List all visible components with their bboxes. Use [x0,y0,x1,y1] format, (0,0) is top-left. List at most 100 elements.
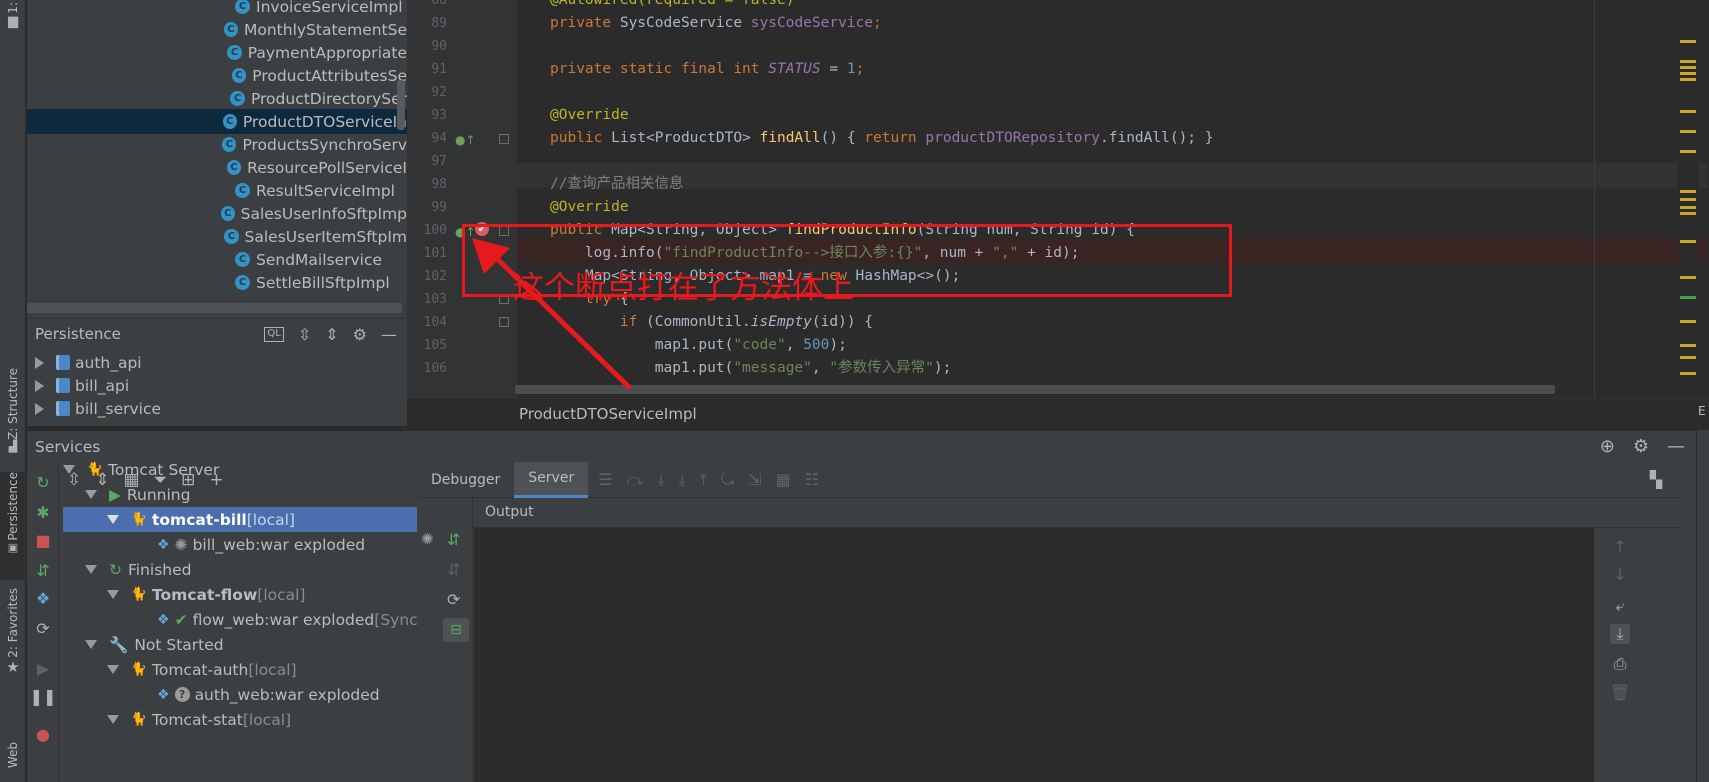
rerun-icon[interactable]: ↻ [33,472,53,492]
tree-item[interactable]: C ResultServiceImpl [27,178,407,203]
evaluate-icon[interactable]: ▦ [776,470,791,490]
deploy-icon[interactable]: ⇵ [33,560,53,580]
structure-tool-tab[interactable]: Z: Structure ▟ [0,368,26,460]
project-tool-tab[interactable]: 1: ▆ [0,2,26,36]
fold-icon[interactable] [499,134,509,144]
code-line[interactable]: public List<ProductDTO> findAll() { retu… [550,126,1214,151]
services-tree-item[interactable]: ❖ ✔ flow_web:war exploded [Sync [157,607,417,632]
expand-all-icon[interactable]: ⇳ [298,325,311,344]
soft-wrap-icon[interactable]: ⤶ [1610,596,1630,616]
collapse-arrow-icon[interactable] [107,590,119,599]
persistence-item[interactable]: auth_api [27,350,142,375]
step-over-icon[interactable]: ⤼ [627,470,644,490]
gear-icon[interactable]: ⚙ [353,325,367,344]
artifact-icon[interactable]: ❖ [33,588,53,608]
output-bar: ≡↓ Output [417,498,1682,528]
services-tree-item[interactable]: 🐈 Tomcat-flow [local] [107,582,305,607]
minimize-icon[interactable]: — [1667,436,1685,457]
force-step-into-icon[interactable]: ⤓ [679,470,686,490]
refresh-icon[interactable]: ⟳ [447,590,460,609]
tab-debugger[interactable]: Debugger [417,462,514,498]
services-tree-item[interactable]: 🔧 Not Started [85,632,224,657]
code-line[interactable]: private SysCodeService sysCodeService; [550,11,882,36]
collapse-arrow-icon[interactable] [107,665,119,674]
collapse-arrow-icon[interactable] [63,465,75,474]
tree-item[interactable]: C ProductDirectorySer [27,86,407,111]
breakpoints-icon[interactable]: ● [33,724,53,744]
services-tree-item[interactable]: 🐈 Tomcat-auth [local] [107,657,297,682]
tree-vertical-scrollbar[interactable] [397,80,405,130]
tree-item[interactable]: C MonthlyStatementSe [27,17,407,42]
scroll-to-end-icon[interactable]: ⤓ [1610,624,1630,644]
drop-frame-icon[interactable]: ⤿ [721,470,734,490]
crosshair-icon[interactable]: ⊕ [1600,436,1615,457]
editor-horizontal-scrollbar[interactable] [515,385,1555,394]
services-tree-item[interactable]: ❖? auth_web:war exploded [157,682,380,707]
tree-item[interactable]: C SettleBillSftpImpl [27,270,407,295]
down-arrow-icon[interactable]: ↓ [1610,564,1630,584]
collapse-arrow-icon[interactable] [85,565,97,574]
gear-icon[interactable]: ⚙ [1633,436,1649,457]
persistence-tool-tab[interactable]: Persistence ▣ [0,472,26,580]
tab-server[interactable]: Server [514,461,589,498]
tree-item[interactable]: C SalesUserItemSftpIm [27,224,407,249]
favorites-tool-tab[interactable]: 2: Favorites ★ [0,588,26,676]
tree-item-label: ResultServiceImpl [256,181,395,200]
minimize-icon[interactable]: — [381,325,397,344]
expand-arrow-icon[interactable] [35,356,44,369]
tree-item[interactable]: C SendMailservice [27,247,407,272]
update-icon[interactable]: ⇵ [447,530,460,549]
services-tree-item[interactable]: 🐈 Tomcat-stat [local] [107,707,291,732]
tree-item[interactable]: C ProductAttributesSe [27,63,407,88]
persistence-item[interactable]: bill_service [27,396,161,421]
ql-console-icon[interactable]: QL [264,327,284,342]
refresh-icon[interactable]: ⟳ [33,618,53,638]
error-stripe[interactable] [1678,0,1698,398]
tree-horizontal-scrollbar[interactable] [27,303,402,313]
layout-icon[interactable]: ▚ [1650,470,1662,489]
breadcrumb[interactable]: ProductDTOServiceImpl [519,405,697,423]
resume-icon[interactable]: ▶ [33,658,53,678]
tree-item-label: ProductAttributesSe [252,66,407,85]
persistence-item[interactable]: bill_api [27,373,129,398]
output-console[interactable] [474,528,1594,782]
run-to-cursor-icon[interactable]: ⇲ [748,470,761,490]
services-tree-item[interactable]: 🐈 Tomcat Server [63,457,219,482]
tree-item[interactable]: C ResourcePollServiceI [27,155,407,180]
up-arrow-icon[interactable]: ↑ [1610,536,1630,556]
stop-icon[interactable]: ■ [33,530,53,550]
menu-icon[interactable]: ☰ [598,470,612,490]
print-icon[interactable]: ⎙ [1610,654,1630,674]
services-header: Services ⊕ ⚙ — [27,430,1709,462]
tree-item[interactable]: C ProductsSynchroServ [27,132,407,157]
services-tree-item[interactable]: ▶ Running [85,482,190,507]
code-line[interactable]: @Override [550,195,629,220]
artifact-deploy-icon[interactable]: ⊟ [443,618,469,642]
collapse-arrow-icon[interactable] [85,490,97,499]
services-tree-item[interactable]: ❖ ✺ bill_web:war exploded [157,532,365,557]
collapse-arrow-icon[interactable] [107,515,119,524]
step-out-icon[interactable]: ⤒ [700,470,707,490]
services-tree-item-selected[interactable]: 🐈 tomcat-bill [local] [63,507,417,532]
expand-arrow-icon[interactable] [35,402,44,415]
deploy-icon[interactable]: ⇵ [447,560,460,579]
code-line[interactable]: //查询产品相关信息 [550,172,683,197]
services-tree-item[interactable]: ↻ Finished [85,557,192,582]
collapse-arrow-icon[interactable] [107,715,119,724]
tree-item[interactable]: C SalesUserInfoSftpImp [27,201,407,226]
pause-icon[interactable]: ❚❚ [30,686,57,706]
right-tab-label[interactable]: E [1698,404,1706,418]
tree-item-selected[interactable]: C ProductDTOServiceIn [27,109,407,134]
collapse-all-icon[interactable]: ⇕ [325,325,338,344]
web-tool-tab[interactable]: Web [0,742,26,782]
code-line[interactable]: private static final int STATUS = 1; [550,57,864,82]
override-marker-icon[interactable]: ●↑ [455,133,476,147]
code-line[interactable]: @Override [550,103,629,128]
expand-arrow-icon[interactable] [35,379,44,392]
trace-icon[interactable]: ☷ [805,470,819,490]
step-into-icon[interactable]: ⤓ [658,470,665,490]
collapse-arrow-icon[interactable] [85,640,97,649]
trash-icon[interactable]: 🗑 [1610,682,1630,702]
debug-icon[interactable]: ✱ [33,502,53,522]
tree-item[interactable]: C PaymentAppropriate [27,40,407,65]
